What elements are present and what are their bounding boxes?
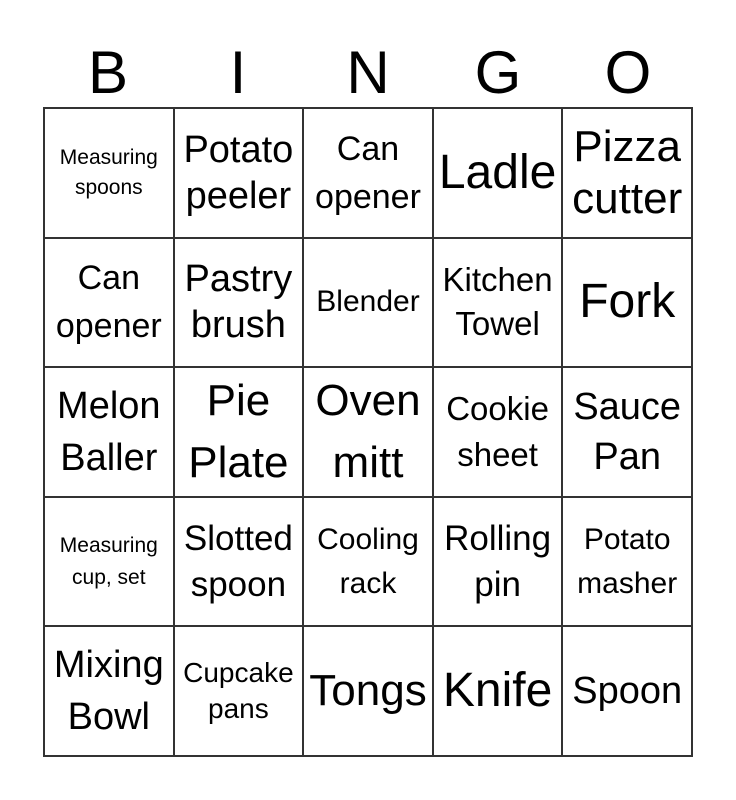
bingo-cell[interactable]: Mixing Bowl bbox=[44, 626, 174, 756]
bingo-cell[interactable]: Fork bbox=[562, 237, 692, 368]
bingo-cell[interactable]: Melon Baller bbox=[44, 367, 174, 497]
header-letter-o: O bbox=[604, 39, 652, 106]
bingo-cell[interactable]: Blender bbox=[303, 237, 433, 368]
bingo-cell[interactable]: Pizza cutter bbox=[562, 108, 692, 238]
bingo-cell[interactable]: Oven mitt bbox=[303, 367, 433, 497]
bingo-cell[interactable]: Measuring cup, set bbox=[44, 496, 174, 627]
bingo-cell[interactable]: Sauce Pan bbox=[562, 367, 692, 497]
bingo-header: B I N G O bbox=[43, 40, 693, 106]
bingo-cell[interactable]: Rolling pin bbox=[432, 496, 563, 627]
header-letter-n: N bbox=[346, 39, 390, 106]
header-letter-g: G bbox=[474, 39, 522, 106]
bingo-cell[interactable]: Spoon bbox=[562, 626, 692, 756]
bingo-cell[interactable]: Pastry brush bbox=[173, 237, 304, 368]
bingo-cell[interactable]: Cupcake pans bbox=[173, 626, 304, 756]
bingo-cell[interactable]: Pie Plate bbox=[173, 367, 304, 497]
bingo-cell[interactable]: Ladle bbox=[432, 108, 563, 238]
bingo-cell[interactable]: Knife bbox=[432, 626, 563, 756]
bingo-cell[interactable]: Measuring spoons bbox=[44, 108, 174, 238]
bingo-cell[interactable]: Cookie sheet bbox=[432, 367, 563, 497]
bingo-cell[interactable]: Potato peeler bbox=[173, 108, 304, 238]
header-letter-b: B bbox=[87, 39, 129, 106]
bingo-cell[interactable]: Can opener bbox=[44, 237, 174, 368]
bingo-card: Measuring spoons Potato peeler Can opene… bbox=[43, 107, 693, 757]
bingo-cell[interactable]: Kitchen Towel bbox=[432, 237, 563, 368]
bingo-cell[interactable]: Slotted spoon bbox=[173, 496, 304, 627]
bingo-cell[interactable]: Cooling rack bbox=[303, 496, 433, 627]
bingo-cell[interactable]: Can opener bbox=[303, 108, 433, 238]
header-letter-i: I bbox=[229, 39, 247, 106]
bingo-cell[interactable]: Tongs bbox=[303, 626, 433, 756]
bingo-cell[interactable]: Potato masher bbox=[562, 496, 692, 627]
